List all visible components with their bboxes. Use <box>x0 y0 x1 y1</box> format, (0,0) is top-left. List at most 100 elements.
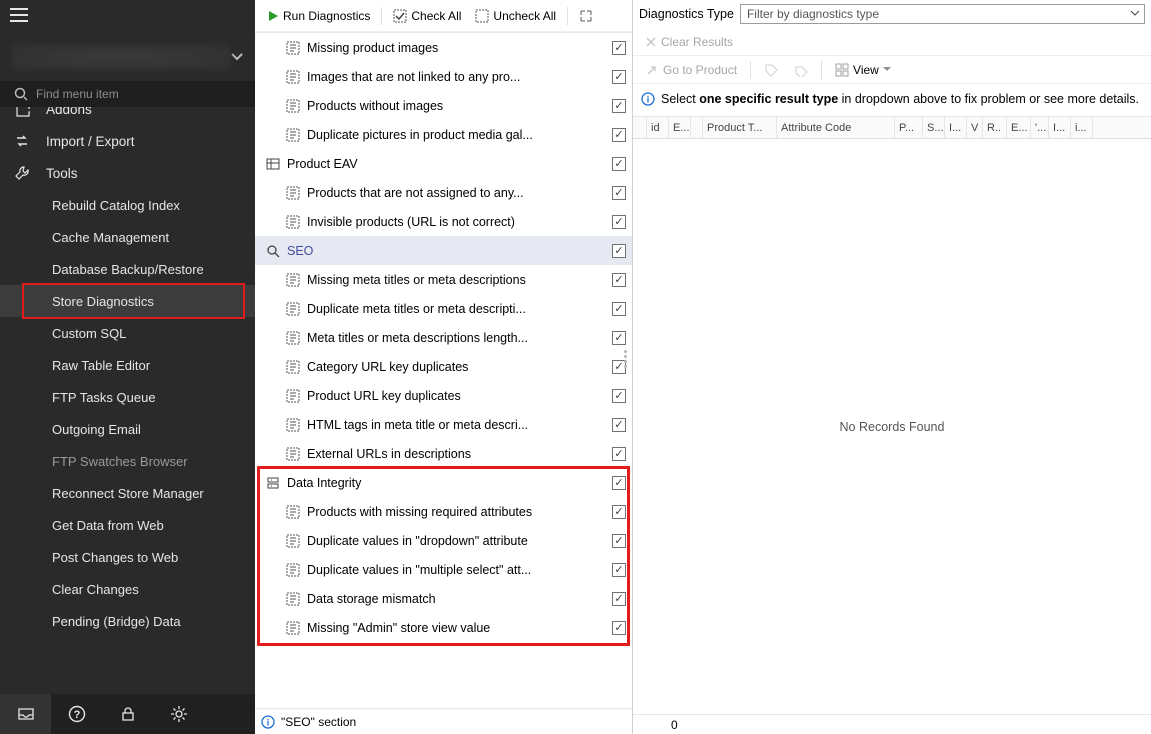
svg-text:?: ? <box>73 709 80 721</box>
tree-row-checkbox[interactable] <box>612 563 626 577</box>
sidebar-item-custom-sql[interactable]: Custom SQL <box>0 317 255 349</box>
tree-row-label: Missing product images <box>307 41 612 55</box>
tree-row-checkbox[interactable] <box>612 534 626 548</box>
grid-column-header[interactable]: R.. <box>983 117 1007 138</box>
sidebar-item-import-export[interactable]: Import / Export <box>0 125 255 157</box>
tree-row-checkbox[interactable] <box>612 273 626 287</box>
tree-diagnostic[interactable]: Missing product images <box>255 33 632 62</box>
grid-column-header[interactable]: I... <box>1049 117 1071 138</box>
action-1-button[interactable] <box>758 61 784 79</box>
tree-diagnostic[interactable]: Duplicate pictures in product media gal.… <box>255 120 632 149</box>
tree-row-checkbox[interactable] <box>612 505 626 519</box>
tree-diagnostic[interactable]: External URLs in descriptions <box>255 439 632 468</box>
tree-diagnostic[interactable]: Missing "Admin" store view value <box>255 613 632 642</box>
sidebar-item-label: Addons <box>46 107 92 117</box>
view-menu[interactable]: View <box>829 61 897 79</box>
sidebar-item-clear-changes[interactable]: Clear Changes <box>0 573 255 605</box>
grid-column-header[interactable]: P... <box>895 117 923 138</box>
grid-header[interactable]: idE...Product T...Attribute CodeP...S...… <box>633 117 1151 139</box>
tree-row-checkbox[interactable] <box>612 99 626 113</box>
footer-tab-help[interactable]: ? <box>51 694 102 734</box>
sidebar-item-cache-management[interactable]: Cache Management <box>0 221 255 253</box>
tree-row-label: Products that are not assigned to any... <box>307 186 612 200</box>
sidebar-item-label: Import / Export <box>46 134 135 149</box>
sidebar-item-tools[interactable]: Tools <box>0 157 255 189</box>
tree-diagnostic[interactable]: HTML tags in meta title or meta descri..… <box>255 410 632 439</box>
sidebar-item-rebuild-catalog-index[interactable]: Rebuild Catalog Index <box>0 189 255 221</box>
tree-row-checkbox[interactable] <box>612 70 626 84</box>
grid-column-header[interactable]: I... <box>945 117 967 138</box>
go-to-product-button[interactable]: Go to Product <box>639 61 743 79</box>
sidebar-item-addons[interactable]: Addons <box>0 107 255 125</box>
grid-column-header[interactable]: i... <box>1071 117 1093 138</box>
tree-row-checkbox[interactable] <box>612 215 626 229</box>
menu-search-input[interactable] <box>36 87 241 101</box>
tree-row-checkbox[interactable] <box>612 621 626 635</box>
tree-row-checkbox[interactable] <box>612 128 626 142</box>
grid-column-header[interactable]: Product T... <box>703 117 777 138</box>
footer-tab-inbox[interactable] <box>0 694 51 734</box>
grid-column-header[interactable]: Attribute Code <box>777 117 895 138</box>
tree-diagnostic[interactable]: Products that are not assigned to any... <box>255 178 632 207</box>
tree-diagnostic[interactable]: Products with missing required attribute… <box>255 497 632 526</box>
tree-row-checkbox[interactable] <box>612 389 626 403</box>
tree-category[interactable]: Product EAV <box>255 149 632 178</box>
splitter-handle[interactable] <box>621 350 629 368</box>
expand-collapse-button[interactable] <box>573 7 599 25</box>
profile-selector[interactable] <box>0 33 255 81</box>
tree-row-checkbox[interactable] <box>612 331 626 345</box>
tree-diagnostic[interactable]: Invisible products (URL is not correct) <box>255 207 632 236</box>
action-2-button[interactable] <box>788 61 814 79</box>
grid-column-header[interactable]: V <box>967 117 983 138</box>
tree-category[interactable]: SEO <box>255 236 632 265</box>
sidebar-item-store-diagnostics[interactable]: Store Diagnostics <box>0 285 255 317</box>
tree-diagnostic[interactable]: Product URL key duplicates <box>255 381 632 410</box>
tree-row-checkbox[interactable] <box>612 157 626 171</box>
diagnostics-tree[interactable]: Missing product images Images that are no… <box>255 32 632 708</box>
uncheck-all-button[interactable]: Uncheck All <box>469 7 562 25</box>
grid-column-header[interactable]: S... <box>923 117 945 138</box>
grid-column-header[interactable] <box>691 117 703 138</box>
sidebar-item-post-changes-to-web[interactable]: Post Changes to Web <box>0 541 255 573</box>
tree-row-checkbox[interactable] <box>612 447 626 461</box>
diagnostic-icon <box>285 330 301 346</box>
sidebar-item-reconnect-store-manager[interactable]: Reconnect Store Manager <box>0 477 255 509</box>
menu-toggle[interactable] <box>0 0 255 33</box>
tree-diagnostic[interactable]: Duplicate meta titles or meta descripti.… <box>255 294 632 323</box>
tree-row-checkbox[interactable] <box>612 41 626 55</box>
tree-diagnostic[interactable]: Duplicate values in "multiple select" at… <box>255 555 632 584</box>
footer-tab-settings[interactable] <box>153 694 204 734</box>
tree-row-checkbox[interactable] <box>612 476 626 490</box>
grid-column-header[interactable]: '... <box>1031 117 1049 138</box>
sidebar-item-ftp-tasks-queue[interactable]: FTP Tasks Queue <box>0 381 255 413</box>
grid-column-header[interactable]: E... <box>1007 117 1031 138</box>
sidebar-item-pending-bridge-data[interactable]: Pending (Bridge) Data <box>0 605 255 637</box>
tree-row-checkbox[interactable] <box>612 302 626 316</box>
check-all-button[interactable]: Check All <box>387 7 467 25</box>
diagnostics-type-select[interactable]: Filter by diagnostics type <box>740 4 1145 24</box>
clear-results-button[interactable]: Clear Results <box>639 33 739 51</box>
tree-diagnostic[interactable]: Missing meta titles or meta descriptions <box>255 265 632 294</box>
run-diagnostics-button[interactable]: Run Diagnostics <box>261 7 376 25</box>
tree-row-label: SEO <box>287 244 612 258</box>
footer-tab-lock[interactable] <box>102 694 153 734</box>
tree-diagnostic[interactable]: Category URL key duplicates <box>255 352 632 381</box>
tree-diagnostic[interactable]: Meta titles or meta descriptions length.… <box>255 323 632 352</box>
tree-row-checkbox[interactable] <box>612 592 626 606</box>
sidebar-item-database-backup-restore[interactable]: Database Backup/Restore <box>0 253 255 285</box>
sidebar-item-raw-table-editor[interactable]: Raw Table Editor <box>0 349 255 381</box>
tree-diagnostic[interactable]: Duplicate values in "dropdown" attribute <box>255 526 632 555</box>
tree-diagnostic[interactable]: Data storage mismatch <box>255 584 632 613</box>
tree-diagnostic[interactable]: Images that are not linked to any pro... <box>255 62 632 91</box>
tree-row-label: Products without images <box>307 99 612 113</box>
tree-diagnostic[interactable]: Products without images <box>255 91 632 120</box>
tree-category[interactable]: Data Integrity <box>255 468 632 497</box>
tree-row-checkbox[interactable] <box>612 418 626 432</box>
grid-column-header[interactable] <box>633 117 647 138</box>
sidebar-item-outgoing-email[interactable]: Outgoing Email <box>0 413 255 445</box>
grid-column-header[interactable]: id <box>647 117 669 138</box>
grid-column-header[interactable]: E... <box>669 117 691 138</box>
tree-row-checkbox[interactable] <box>612 244 626 258</box>
sidebar-item-get-data-from-web[interactable]: Get Data from Web <box>0 509 255 541</box>
tree-row-checkbox[interactable] <box>612 186 626 200</box>
